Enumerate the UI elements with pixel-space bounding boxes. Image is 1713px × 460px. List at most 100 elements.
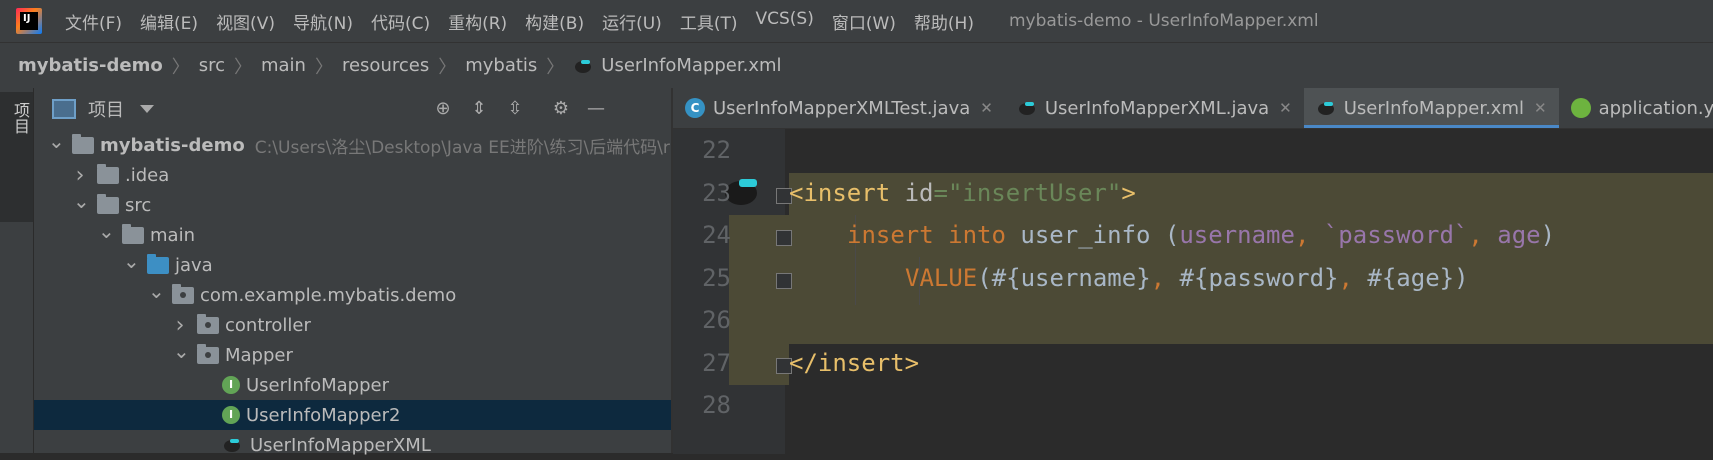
chevron-right-icon[interactable]: ›: [173, 313, 187, 338]
menu-item[interactable]: 编辑(E): [131, 9, 207, 34]
tree-item[interactable]: ⌄ com.example.mybatis.demo: [34, 280, 671, 310]
tree-item[interactable]: ⌄ src: [34, 190, 671, 220]
fold-marker-icon[interactable]: [776, 272, 792, 289]
tree-item[interactable]: ⌄ Mapper: [34, 340, 671, 370]
chevron-down-icon[interactable]: ⌄: [73, 191, 90, 211]
editor-tab[interactable]: application.yml: [1559, 88, 1713, 128]
minimize-icon[interactable]: —: [585, 98, 607, 120]
source-folder-icon: [147, 253, 169, 274]
gear-icon[interactable]: ⚙: [550, 98, 572, 120]
editor-tab-bar: C UserInfoMapperXMLTest.java ✕ UserInfoMapp…: [673, 88, 1713, 129]
chevron-right-icon: 〉: [438, 56, 457, 78]
folder-icon: [97, 163, 119, 184]
line-number: 28: [702, 391, 731, 419]
tree-item-label: Mapper: [225, 344, 293, 366]
menu-item[interactable]: 重构(R): [439, 9, 516, 34]
folder-icon: [122, 223, 144, 244]
chevron-down-icon[interactable]: ⌄: [148, 281, 165, 301]
code-token: <insert: [789, 178, 905, 207]
tree-item[interactable]: › controller: [34, 310, 671, 340]
close-icon[interactable]: ✕: [1534, 99, 1547, 117]
menu-item[interactable]: 运行(U): [593, 9, 671, 34]
menu-item[interactable]: 代码(C): [362, 9, 439, 34]
menu-item[interactable]: 工具(T): [671, 9, 747, 34]
code-token: insert into: [847, 221, 1021, 249]
code-line: </insert>: [789, 349, 919, 377]
breadcrumb-item[interactable]: mybatis: [465, 55, 537, 76]
project-tool-tab[interactable]: 项目: [0, 92, 33, 222]
breadcrumb-item[interactable]: main: [261, 55, 306, 76]
tree-item-label: mybatis-demo: [100, 134, 245, 156]
tree-item[interactable]: ⌄ mybatis-demo C:\Users\洛尘\Desktop\Java EE…: [34, 130, 671, 160]
chevron-down-icon[interactable]: ⌄: [173, 341, 190, 361]
module-path: C:\Users\洛尘\Desktop\Java EE进阶\练习\后端代码\r: [254, 137, 670, 158]
breadcrumb-label: mybatis-demo: [18, 55, 163, 76]
code-token: username: [1179, 221, 1295, 249]
tree-item[interactable]: I UserInfoMapper: [34, 370, 671, 400]
close-icon[interactable]: ✕: [1279, 99, 1292, 117]
package-dot: [205, 321, 211, 328]
project-tree: ⌄ mybatis-demo C:\Users\洛尘\Desktop\Java EE…: [34, 130, 671, 460]
menu-item[interactable]: VCS(S): [746, 9, 822, 34]
chevron-down-icon[interactable]: ⌄: [48, 131, 65, 151]
breadcrumb-label: main: [260, 55, 306, 76]
chevron-right-icon: 〉: [171, 56, 190, 78]
menu-item[interactable]: 构建(B): [516, 9, 593, 34]
tree-item[interactable]: UserInfoMapperXML: [34, 430, 671, 460]
project-panel: 项目 ⊕ ⇕ ⇳ ⚙ — ⌄ mybatis-demo C:\Users\洛尘\De…: [34, 88, 671, 456]
fold-marker-icon[interactable]: [776, 230, 792, 246]
line-number: 22: [702, 136, 731, 164]
breadcrumb-item[interactable]: src: [199, 55, 225, 76]
menu-item[interactable]: 帮助(H): [905, 9, 983, 34]
code-token: #{age}): [1367, 263, 1469, 292]
menu-item[interactable]: 视图(V): [207, 9, 284, 34]
chevron-right-icon[interactable]: ›: [73, 163, 87, 188]
tree-item[interactable]: I UserInfoMapper2: [34, 400, 671, 430]
tree-item-label: controller: [225, 314, 311, 336]
mybatis-file-icon: [222, 436, 244, 454]
locate-icon[interactable]: ⊕: [432, 98, 454, 120]
code-token: ,: [1294, 221, 1324, 249]
editor: C UserInfoMapperXMLTest.java ✕ UserInfoMapp…: [673, 88, 1713, 454]
chevron-down-icon[interactable]: ⌄: [98, 221, 115, 241]
mybatis-file-icon: [573, 57, 595, 75]
breadcrumb-label: UserInfoMapper.xml: [601, 55, 782, 76]
tree-item-label: java: [175, 254, 213, 276]
tree-item-label: src: [125, 194, 152, 216]
spring-icon: [1570, 98, 1591, 118]
collapse-all-icon[interactable]: ⇳: [504, 98, 526, 120]
interface-icon: I: [222, 406, 240, 424]
expand-all-icon[interactable]: ⇕: [468, 98, 490, 120]
tree-item[interactable]: ⌄ java: [34, 250, 671, 280]
breadcrumb-item[interactable]: resources: [342, 55, 429, 76]
package-dot: [180, 291, 186, 298]
tree-item[interactable]: › .idea: [34, 160, 671, 190]
java-class-icon: C: [685, 98, 705, 118]
editor-tab[interactable]: UserInfoMapper.xml ✕: [1303, 88, 1559, 128]
intellij-logo-icon[interactable]: IJ: [16, 8, 42, 34]
chevron-down-icon[interactable]: ⌄: [123, 251, 140, 271]
line-number: 25: [702, 263, 731, 292]
close-icon[interactable]: ✕: [980, 99, 993, 117]
editor-tab[interactable]: UserInfoMapperXML.java ✕: [1005, 88, 1304, 128]
code-line: VALUE(#{username}, #{password}, #{age}): [905, 264, 1469, 292]
editor-tab[interactable]: C UserInfoMapperXMLTest.java ✕: [673, 88, 1005, 128]
code-token: </insert>: [789, 348, 920, 377]
menu-item[interactable]: 文件(F): [56, 9, 131, 34]
project-panel-title[interactable]: 项目: [88, 96, 124, 122]
menu-item[interactable]: 导航(N): [284, 9, 362, 34]
breadcrumb-item[interactable]: mybatis-demo: [18, 55, 163, 76]
code-token: age: [1497, 221, 1541, 249]
chevron-down-icon[interactable]: [140, 105, 154, 113]
line-number: 24: [702, 221, 731, 249]
breadcrumb-item[interactable]: UserInfoMapper.xml: [573, 55, 782, 76]
side-tool-strip: 项目: [0, 88, 34, 453]
tree-item-label: UserInfoMapper2: [246, 404, 401, 426]
code-token: ="insertUser": [933, 178, 1122, 207]
code-area[interactable]: 22 23 <insert id="insertUser"> 24 insert int…: [673, 129, 1713, 454]
editor-tab-label: UserInfoMapperXML.java: [1044, 97, 1270, 119]
chevron-right-icon: 〉: [546, 56, 565, 78]
tree-item[interactable]: ⌄ main: [34, 220, 671, 250]
menu-item[interactable]: 窗口(W): [823, 9, 905, 34]
editor-tab-label: UserInfoMapper.xml: [1343, 97, 1524, 119]
